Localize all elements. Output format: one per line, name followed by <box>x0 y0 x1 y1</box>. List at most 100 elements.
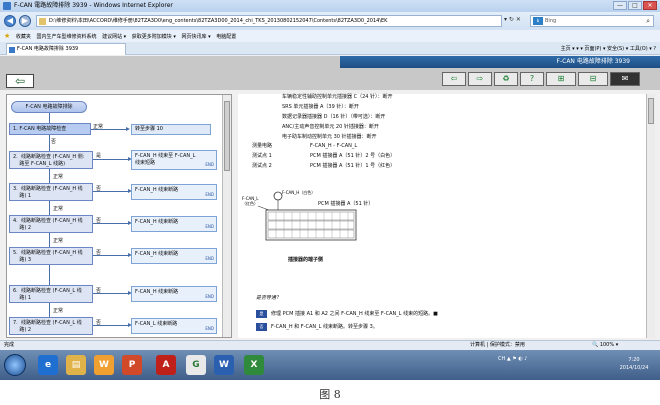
flow-no-label-1: 否 <box>51 139 57 145</box>
answer-no[interactable]: 否 F-CAN_H 和 F-CAN_L 线束断路。转至步骤 3。 <box>256 323 378 332</box>
next-icon[interactable]: ⇨ <box>468 72 492 86</box>
flow-step-2[interactable]: 2. 线路断路检查 (F-CAN_H 侧: 路至 F-CAN_L 线路) <box>9 151 93 169</box>
flow-connector <box>49 169 50 183</box>
expand-icon[interactable]: ⊞ <box>546 72 576 86</box>
result-4-text: F-CAN_H 线束断路 <box>135 251 179 257</box>
url-text: D:\维修资料\本田\ACCORD\维修手册\82TZA3D0\eng_cont… <box>49 18 388 24</box>
window-title-bar: F-CAN 電路故障排除 3939 - Windows Internet Exp… <box>0 0 660 12</box>
wire-label-fcan-h: F-CAN_H（白色） <box>282 190 316 195</box>
prev-icon[interactable]: ⇦ <box>442 72 466 86</box>
page-icon <box>9 47 15 53</box>
condition-3: 数据记录器插接器 D（16 针）（带可选）：断开 <box>282 114 386 120</box>
flow-arrow <box>93 323 132 327</box>
collapse-icon[interactable]: ⊟ <box>578 72 608 86</box>
taskbar-excel-icon[interactable]: X <box>244 355 264 375</box>
flow-step-3[interactable]: 3. 线路断路检查 (F-CAN_H 线 路) 1 <box>9 183 93 201</box>
bing-icon: b <box>533 17 543 25</box>
fav-item-2[interactable]: 建议网站 ▾ <box>102 34 126 40</box>
search-input[interactable]: b Bing ⌕ <box>530 15 654 27</box>
favorites-star-icon[interactable]: ★ <box>4 32 10 40</box>
back-arrow-button[interactable]: ⇦ <box>6 74 34 88</box>
content-scrollbar[interactable] <box>646 94 655 338</box>
app-title: F-CAN 电路故障排除 3939 <box>340 56 660 68</box>
security-zone[interactable]: 计算机 | 保护模式：禁用 <box>470 341 525 350</box>
forward-nav-button[interactable]: ▶ <box>19 15 31 27</box>
screen: F-CAN 電路故障排除 3939 - Windows Internet Exp… <box>0 0 660 380</box>
search-placeholder: Bing <box>545 18 557 24</box>
refresh-stop-icons[interactable]: ▾ ↻ ✕ <box>504 16 521 23</box>
system-tray[interactable]: CH ▲ ⚑ ◐ ♪ <box>498 356 618 374</box>
start-button[interactable] <box>4 354 26 376</box>
no-tag[interactable]: 否 <box>256 323 267 331</box>
answer-yes[interactable]: 是修理 PCM 插接 A1 和 A2 之间 F-CAN_H 线束至 F-CAN_… <box>256 310 438 319</box>
close-button[interactable]: ✕ <box>643 1 657 10</box>
fav-item-1[interactable]: 国内生产车型维修资料系统 <box>36 34 96 40</box>
taskbar-ppt-icon[interactable]: P <box>122 355 142 375</box>
flowchart-panel: F-CAN 电路故障排除 1. F-CAN 电路故障检查 正常 转至步骤 10 … <box>6 94 232 338</box>
status-bar: 完成 计算机 | 保护模式：禁用 🔍 100% ▾ <box>0 340 660 350</box>
end-label: END <box>205 224 214 229</box>
flowchart-scrollbar[interactable] <box>222 95 231 337</box>
result-3[interactable]: F-CAN_H 线束断路 END <box>131 216 217 232</box>
flow-arrow <box>93 189 132 193</box>
flow-step-6[interactable]: 6. 线路断路检查 (F-CAN_L 线 路) 1 <box>9 285 93 303</box>
scroll-thumb[interactable] <box>648 98 654 124</box>
back-nav-button[interactable]: ◀ <box>4 15 16 27</box>
test-point-1-value: PCM 插接器 A（51 针）2 号（白色） <box>310 153 396 159</box>
flow-normal-label-3: 正常 <box>53 206 64 212</box>
fav-item-5[interactable]: 电脑配置 <box>216 34 236 40</box>
fav-item-4[interactable]: 网页快讯库 ▾ <box>182 34 211 40</box>
result-1[interactable]: F-CAN_H 线束至 F-CAN_L 线束短路 END <box>131 150 217 170</box>
ie-icon <box>3 2 11 10</box>
flow-start[interactable]: F-CAN 电路故障排除 <box>11 101 87 113</box>
flow-step-5[interactable]: 5. 线路断路检查 (F-CAN_H 线 路) 3 <box>9 247 93 265</box>
flow-normal-label-6: 正常 <box>53 308 64 314</box>
goto-step-10[interactable]: 转至步骤 10 <box>131 124 211 135</box>
refresh-icon[interactable]: ♻ <box>494 72 518 86</box>
url-input[interactable]: D:\维修资料\本田\ACCORD\维修手册\82TZA3D0\eng_cont… <box>36 15 502 27</box>
test-point-1-key: 测试点 1 <box>252 153 272 159</box>
zoom-control[interactable]: 🔍 100% ▾ <box>592 341 618 350</box>
clock[interactable]: 7:20 2014/10/24 <box>612 356 656 374</box>
taskbar-pdf-icon[interactable]: A <box>156 355 176 375</box>
flow-connector <box>49 201 50 215</box>
flow-step-1[interactable]: 1. F-CAN 电路故障检查 <box>9 123 91 135</box>
taskbar: e ▤ W P A G W X CH ▲ ⚑ ◐ ♪ 7:20 2014/10/… <box>0 350 660 380</box>
scroll-thumb[interactable] <box>224 101 230 171</box>
fav-item-3[interactable]: 获取更多附加模块 ▾ <box>132 34 176 40</box>
result-1-text: F-CAN_H 线束至 F-CAN_L 线束短路 <box>135 153 196 166</box>
end-label: END <box>205 326 214 331</box>
app-header: F-CAN 电路故障排除 3939 ⇦ ⇦ ⇨ ♻ ? ⊞ ⊟ ✉ <box>0 56 660 90</box>
result-2[interactable]: F-CAN_H 线束断路 END <box>131 184 217 200</box>
clock-date: 2014/10/24 <box>619 365 649 371</box>
document-icon <box>39 18 46 25</box>
test-point-2-key: 测试点 2 <box>252 163 272 169</box>
end-label: END <box>205 294 214 299</box>
command-bar[interactable]: 主页 ▾ ▾ ▾ 页面(P) ▾ 安全(S) ▾ 工具(O) ▾ ? <box>561 44 656 54</box>
result-3-text: F-CAN_H 线束断路 <box>135 219 179 225</box>
tab-fcan[interactable]: F-CAN 电路故障排除 3939 <box>6 43 126 55</box>
result-5[interactable]: F-CAN_H 线束断路 END <box>131 286 217 302</box>
result-6[interactable]: F-CAN_L 线束断路 END <box>131 318 217 334</box>
taskbar-ie-icon[interactable]: e <box>38 355 58 375</box>
result-4[interactable]: F-CAN_H 线束断路 END <box>131 248 217 264</box>
clock-time: 7:20 <box>628 357 640 363</box>
taskbar-word-icon[interactable]: W <box>214 355 234 375</box>
measure-circuit-key: 测量电路 <box>252 143 273 149</box>
taskbar-chrome-icon[interactable]: G <box>186 355 206 375</box>
yes-tag[interactable]: 是 <box>256 310 267 318</box>
help-icon[interactable]: ? <box>520 72 544 86</box>
answer-yes-text: 修理 PCM 插接 A1 和 A2 之间 F-CAN_H 线束至 F-CAN_L… <box>271 311 438 317</box>
flow-step-4[interactable]: 4. 线路断路检查 (F-CAN_H 线 路) 2 <box>9 215 93 233</box>
taskbar-wps-icon[interactable]: W <box>94 355 114 375</box>
favorites-label[interactable]: 收藏夹 <box>16 34 31 40</box>
flow-step-7[interactable]: 7. 线路断路检查 (F-CAN_L 线 路) 2 <box>9 317 93 335</box>
flow-arrow <box>93 221 132 225</box>
maximize-button[interactable]: □ <box>628 1 642 10</box>
minimize-button[interactable]: — <box>613 1 627 10</box>
mail-icon[interactable]: ✉ <box>610 72 640 86</box>
condition-1: 车辆稳定性辅助控制单元插接器 C（24 针）：断开 <box>282 94 393 100</box>
taskbar-explorer-icon[interactable]: ▤ <box>66 355 86 375</box>
search-icon[interactable]: ⌕ <box>646 16 650 26</box>
flow-normal-label-4: 正常 <box>53 238 64 244</box>
